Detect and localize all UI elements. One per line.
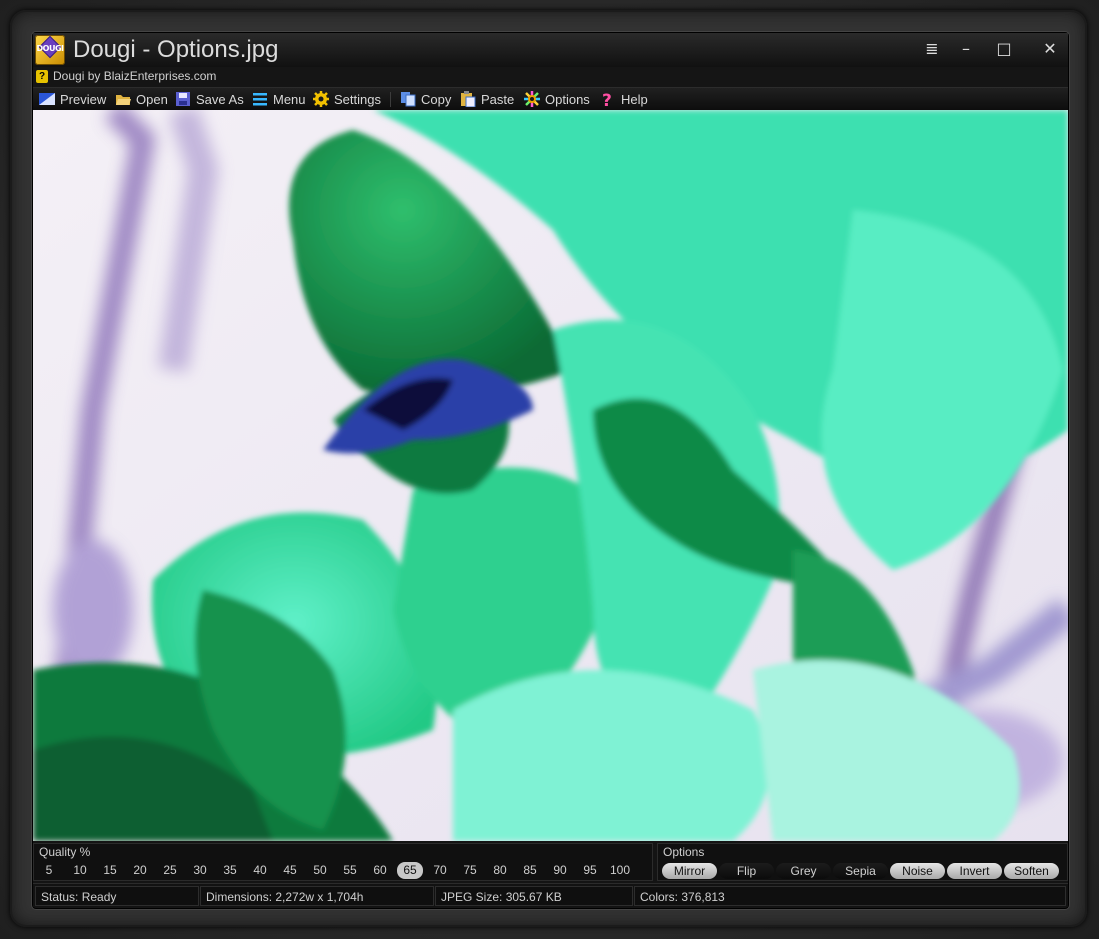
options-panel: Options Mirror Flip Grey Sepia Noise Invert So… xyxy=(657,843,1068,881)
quality-option-30[interactable]: 30 xyxy=(190,862,210,879)
window-menu-icon[interactable]: ≣ xyxy=(919,37,945,61)
quality-option-20[interactable]: 20 xyxy=(130,862,150,879)
settings-button[interactable]: Settings xyxy=(313,90,381,108)
toolbar-divider xyxy=(390,92,391,107)
help-button[interactable]: ? Help xyxy=(600,90,648,111)
app-logo-icon: DOUGI xyxy=(35,35,65,65)
minimize-button[interactable]: – xyxy=(953,37,979,61)
dimensions-text: Dimensions: 2,272w x 1,704h xyxy=(200,886,434,906)
option-mirror-button[interactable]: Mirror xyxy=(662,863,717,879)
info-icon: ? xyxy=(36,70,48,83)
jpeg-size-text: JPEG Size: 305.67 KB xyxy=(435,886,633,906)
preview-icon xyxy=(39,91,55,107)
inverted-flower-photo xyxy=(33,110,1068,841)
quality-option-100[interactable]: 100 xyxy=(607,862,633,879)
option-soften-button[interactable]: Soften xyxy=(1004,863,1059,879)
maximize-button[interactable]: □ xyxy=(991,37,1017,61)
toolbar: Preview Open Save As Menu Settings Copy … xyxy=(33,87,1068,111)
quality-option-55[interactable]: 55 xyxy=(340,862,360,879)
quality-option-40[interactable]: 40 xyxy=(250,862,270,879)
quality-option-90[interactable]: 90 xyxy=(550,862,570,879)
status-text: Status: Ready xyxy=(35,886,199,906)
copy-icon xyxy=(400,91,416,107)
quality-option-65[interactable]: 65 xyxy=(397,862,423,879)
option-sepia-button[interactable]: Sepia xyxy=(833,863,888,879)
option-grey-button[interactable]: Grey xyxy=(776,863,831,879)
title-bar[interactable]: DOUGI Dougi - Options.jpg ≣ – □ ✕ xyxy=(33,33,1068,67)
gear-icon xyxy=(313,91,329,107)
gear-color-icon xyxy=(524,91,540,107)
quality-option-70[interactable]: 70 xyxy=(430,862,450,879)
subtitle-bar: ? Dougi by BlaizEnterprises.com xyxy=(33,67,1068,87)
floppy-icon xyxy=(175,91,191,107)
save-as-button[interactable]: Save As xyxy=(175,90,244,108)
quality-option-75[interactable]: 75 xyxy=(460,862,480,879)
options-label: Options xyxy=(663,845,705,859)
quality-option-80[interactable]: 80 xyxy=(490,862,510,879)
app-window: DOUGI Dougi - Options.jpg ≣ – □ ✕ ? Doug… xyxy=(32,32,1069,909)
quality-option-35[interactable]: 35 xyxy=(220,862,240,879)
quality-option-15[interactable]: 15 xyxy=(100,862,120,879)
app-subtitle[interactable]: Dougi by BlaizEnterprises.com xyxy=(53,69,216,83)
quality-option-50[interactable]: 50 xyxy=(310,862,330,879)
svg-text:?: ? xyxy=(602,91,612,109)
option-noise-button[interactable]: Noise xyxy=(890,863,945,879)
paste-button[interactable]: Paste xyxy=(460,90,514,108)
quality-option-5[interactable]: 5 xyxy=(43,862,55,879)
option-flip-button[interactable]: Flip xyxy=(719,863,774,879)
quality-option-45[interactable]: 45 xyxy=(280,862,300,879)
menu-button[interactable]: Menu xyxy=(252,90,306,108)
quality-option-85[interactable]: 85 xyxy=(520,862,540,879)
paste-icon xyxy=(460,91,476,108)
colors-text: Colors: 376,813 xyxy=(634,886,1066,906)
folder-open-icon xyxy=(115,91,131,107)
quality-option-95[interactable]: 95 xyxy=(580,862,600,879)
quality-option-10[interactable]: 10 xyxy=(70,862,90,879)
open-button[interactable]: Open xyxy=(115,90,168,108)
close-button[interactable]: ✕ xyxy=(1037,37,1063,61)
option-invert-button[interactable]: Invert xyxy=(947,863,1002,879)
copy-button[interactable]: Copy xyxy=(400,90,451,108)
preview-button[interactable]: Preview xyxy=(39,90,106,108)
quality-option-25[interactable]: 25 xyxy=(160,862,180,879)
image-preview[interactable] xyxy=(33,110,1068,841)
hamburger-icon xyxy=(252,91,268,107)
quality-panel: Quality % 5 10 15 20 25 30 35 40 45 50 55 60 65 70 75 8… xyxy=(33,843,653,881)
options-button[interactable]: Options xyxy=(524,90,590,108)
window-title: Dougi - Options.jpg xyxy=(73,36,279,63)
status-bar: Status: Ready Dimensions: 2,272w x 1,704… xyxy=(33,883,1068,907)
quality-label: Quality % xyxy=(39,845,91,859)
question-icon: ? xyxy=(600,91,616,111)
quality-option-60[interactable]: 60 xyxy=(370,862,390,879)
